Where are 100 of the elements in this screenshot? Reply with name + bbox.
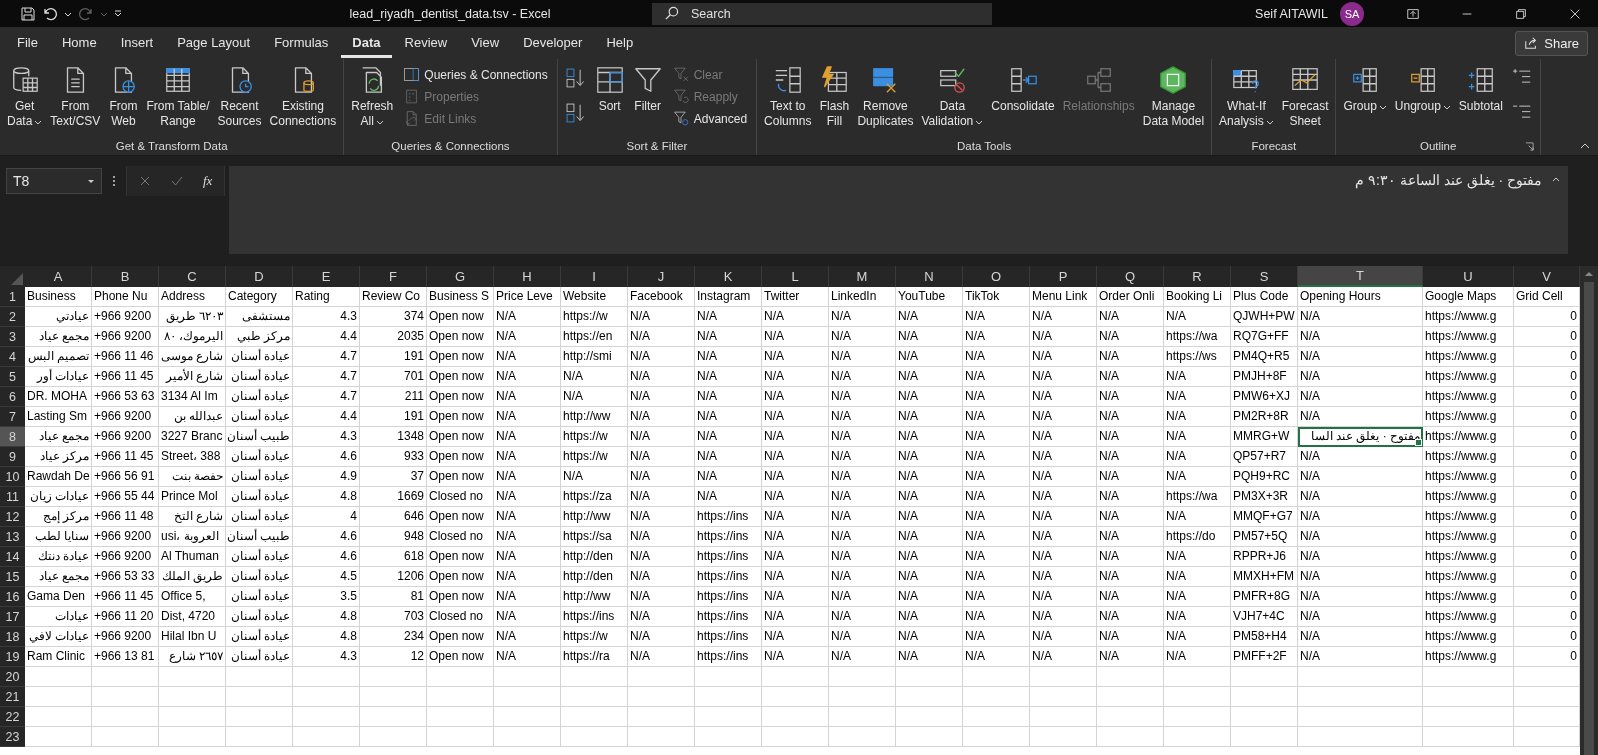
ribbon-button[interactable]: Existing Connections [266, 63, 340, 131]
row-header[interactable]: 21 [0, 687, 25, 707]
ribbon-button[interactable]: Remove Duplicates [854, 63, 917, 131]
column-header[interactable]: H [494, 266, 561, 287]
ribbon-tab[interactable]: Developer [512, 28, 594, 58]
ribbon-button[interactable]: Group [1340, 63, 1390, 116]
row-header[interactable]: 22 [0, 707, 25, 727]
scroll-up-icon[interactable] [1584, 270, 1594, 278]
row-header[interactable]: 18 [0, 627, 25, 647]
ribbon-button[interactable]: Queries & Connections [401, 65, 550, 84]
name-box[interactable]: T8 [6, 168, 102, 194]
ribbon-display-icon[interactable] [1406, 6, 1420, 21]
column-header[interactable]: F [360, 266, 427, 287]
row-header[interactable]: 4 [0, 347, 25, 367]
table-cell: N/A [963, 547, 1030, 567]
ribbon-tab[interactable]: Page Layout [166, 28, 262, 58]
row-header[interactable]: 5 [0, 367, 25, 387]
column-header[interactable]: K [695, 266, 762, 287]
undo-icon[interactable] [42, 5, 58, 22]
column-header[interactable]: B [92, 266, 159, 287]
ribbon-button[interactable]: From Web [105, 63, 142, 131]
ribbon-button[interactable]: Get Data [4, 63, 46, 131]
row-header[interactable]: 13 [0, 527, 25, 547]
row-header[interactable]: 1 [0, 287, 25, 307]
column-header[interactable]: G [427, 266, 494, 287]
row-header[interactable]: 15 [0, 567, 25, 587]
share-button[interactable]: Share [1515, 30, 1588, 56]
row-header[interactable]: 6 [0, 387, 25, 407]
vertical-scrollbar[interactable] [1580, 266, 1598, 755]
ribbon-tab[interactable]: View [460, 28, 511, 58]
ribbon-button[interactable]: Flash Fill [816, 63, 853, 131]
ribbon-button[interactable]: Text to Columns [761, 63, 815, 131]
dialog-launcher-icon[interactable] [1524, 141, 1534, 151]
column-header[interactable]: E [293, 266, 360, 287]
ribbon-button[interactable]: From Table/ Range [143, 63, 213, 131]
row-header[interactable]: 10 [0, 467, 25, 487]
table-cell: N/A [494, 307, 561, 327]
column-header[interactable]: D [226, 266, 293, 287]
row-header[interactable]: 11 [0, 487, 25, 507]
column-header[interactable]: A [25, 266, 92, 287]
ribbon-button[interactable]: Subtotal [1455, 63, 1506, 116]
column-header[interactable]: L [762, 266, 829, 287]
column-header[interactable]: R [1164, 266, 1231, 287]
save-icon[interactable] [20, 5, 36, 22]
column-header[interactable]: J [628, 266, 695, 287]
table-cell: 948 [360, 527, 427, 547]
ribbon-button[interactable]: Consolidate [988, 63, 1058, 116]
ribbon-tab[interactable]: Insert [109, 28, 165, 58]
collapse-ribbon-icon[interactable] [1580, 141, 1590, 151]
row-header[interactable]: 12 [0, 507, 25, 527]
enter-icon[interactable] [171, 175, 183, 187]
row-header[interactable]: 23 [0, 727, 25, 747]
row-header[interactable]: 14 [0, 547, 25, 567]
row-header[interactable]: 2 [0, 307, 25, 327]
ribbon-button[interactable]: Ungroup [1391, 63, 1454, 116]
user-avatar[interactable]: SA [1340, 1, 1364, 26]
ribbon-tab[interactable]: File [6, 28, 49, 58]
customize-icon[interactable] [114, 9, 122, 18]
row-header[interactable]: 9 [0, 447, 25, 467]
ribbon-tab[interactable]: Home [50, 28, 108, 58]
column-header[interactable]: C [159, 266, 226, 287]
column-header[interactable]: I [561, 266, 628, 287]
row-header[interactable]: 3 [0, 327, 25, 347]
cancel-icon[interactable] [139, 175, 151, 187]
column-header[interactable]: U [1423, 266, 1514, 287]
ribbon-tab[interactable]: Review [393, 28, 459, 58]
ribbon-button[interactable]: Refresh All [348, 63, 397, 131]
row-header[interactable]: 8 [0, 427, 25, 447]
ribbon-button[interactable]: Recent Sources [214, 63, 265, 131]
table-cell: عيادات [25, 607, 92, 627]
formula-field[interactable]: مفتوح · يغلق عند الساعة ٩:٣٠ م [229, 166, 1568, 254]
row-header[interactable]: 16 [0, 587, 25, 607]
ribbon-tab[interactable]: Help [595, 28, 645, 58]
sort-descending-icon[interactable] [564, 102, 587, 124]
column-header[interactable]: M [829, 266, 896, 287]
table-cell: N/A [628, 327, 695, 347]
collapse-icon[interactable] [1552, 176, 1560, 184]
sort-ascending-icon[interactable] [564, 67, 587, 89]
column-header[interactable]: O [963, 266, 1030, 287]
more-icon[interactable] [112, 174, 116, 188]
column-header[interactable]: T [1298, 266, 1423, 287]
ribbon-button[interactable]: Advanced [670, 109, 750, 128]
ribbon-button[interactable]: Forecast Sheet [1278, 63, 1332, 131]
row-header[interactable]: 7 [0, 407, 25, 427]
ribbon-button[interactable]: Filter [629, 63, 666, 116]
insert-function-button[interactable]: fx [203, 173, 213, 189]
ribbon-button[interactable]: Data Validation [918, 63, 987, 131]
row-header[interactable]: 20 [0, 667, 25, 687]
ribbon-button[interactable]: Manage Data Model [1139, 63, 1208, 131]
column-header[interactable]: N [896, 266, 963, 287]
search-field[interactable]: Search [652, 2, 992, 25]
ribbon-tab[interactable]: Formulas [263, 28, 340, 58]
column-header[interactable]: P [1030, 266, 1097, 287]
row-header[interactable]: 19 [0, 647, 25, 667]
ribbon-button[interactable]: Sort [591, 63, 628, 116]
column-header[interactable]: Q [1097, 266, 1164, 287]
ribbon-button[interactable]: What-If Analysis [1216, 63, 1277, 131]
row-header[interactable]: 17 [0, 607, 25, 627]
maximize-icon[interactable] [1514, 6, 1528, 21]
ribbon-button[interactable]: From Text/CSV [47, 63, 104, 131]
